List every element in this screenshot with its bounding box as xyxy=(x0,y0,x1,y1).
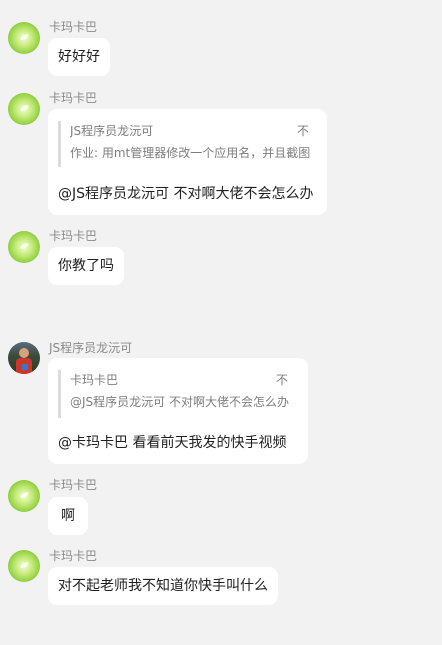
sender-name: 卡玛卡巴 xyxy=(49,91,98,105)
leaf-icon xyxy=(19,242,30,250)
message-bubble[interactable]: JS程序员龙沅可 不 作业: 用mt管理器修改一个应用名，并且截图 @JS程序员… xyxy=(48,109,327,215)
leaf-icon xyxy=(19,561,30,569)
quoted-author: 卡玛卡巴 xyxy=(70,373,119,387)
leaf-icon xyxy=(19,33,30,41)
sender-name: 卡玛卡巴 xyxy=(49,478,98,492)
message-text: @卡玛卡巴 看看前天我发的快手视频 xyxy=(58,435,287,451)
sender-name: 卡玛卡巴 xyxy=(49,549,98,563)
avatar[interactable] xyxy=(8,480,40,512)
quoted-author: JS程序员龙沅可 xyxy=(70,124,154,138)
leaf-icon xyxy=(19,491,30,499)
message-text: 你教了吗 xyxy=(58,258,114,274)
message-text: @JS程序员龙沅可 不对啊大佬不会怎么办 xyxy=(58,186,314,202)
sender-name: 卡玛卡巴 xyxy=(49,229,98,243)
avatar[interactable] xyxy=(8,93,40,125)
avatar[interactable] xyxy=(8,231,40,263)
message-bubble[interactable]: 你教了吗 xyxy=(48,247,124,285)
sender-name: JS程序员龙沅可 xyxy=(49,341,133,355)
message-text: 对不起老师我不知道你快手叫什么 xyxy=(58,578,268,594)
quoted-message[interactable]: 卡玛卡巴 不 @JS程序员龙沅可 不对啊大佬不会怎么办 xyxy=(58,370,299,418)
quoted-author-suffix: 不 xyxy=(297,124,310,138)
sender-name: 卡玛卡巴 xyxy=(49,20,98,34)
message-text: 啊 xyxy=(61,508,75,524)
leaf-icon xyxy=(19,104,30,112)
avatar[interactable] xyxy=(8,342,40,374)
quoted-author-suffix: 不 xyxy=(276,373,289,387)
message-bubble[interactable]: 卡玛卡巴 不 @JS程序员龙沅可 不对啊大佬不会怎么办 @卡玛卡巴 看看前天我发… xyxy=(48,358,308,464)
message-bubble[interactable]: 好好好 xyxy=(48,38,110,76)
quoted-text: 作业: 用mt管理器修改一个应用名，并且截图 xyxy=(70,146,311,160)
avatar[interactable] xyxy=(8,550,40,582)
person-bag xyxy=(22,364,28,370)
avatar[interactable] xyxy=(8,22,40,54)
message-bubble[interactable]: 对不起老师我不知道你快手叫什么 xyxy=(48,567,278,605)
quoted-text: @JS程序员龙沅可 不对啊大佬不会怎么办 xyxy=(70,395,289,409)
quoted-message[interactable]: JS程序员龙沅可 不 作业: 用mt管理器修改一个应用名，并且截图 xyxy=(58,121,319,167)
message-bubble[interactable]: 啊 xyxy=(48,497,88,535)
person-head xyxy=(19,348,29,358)
message-text: 好好好 xyxy=(58,49,100,65)
